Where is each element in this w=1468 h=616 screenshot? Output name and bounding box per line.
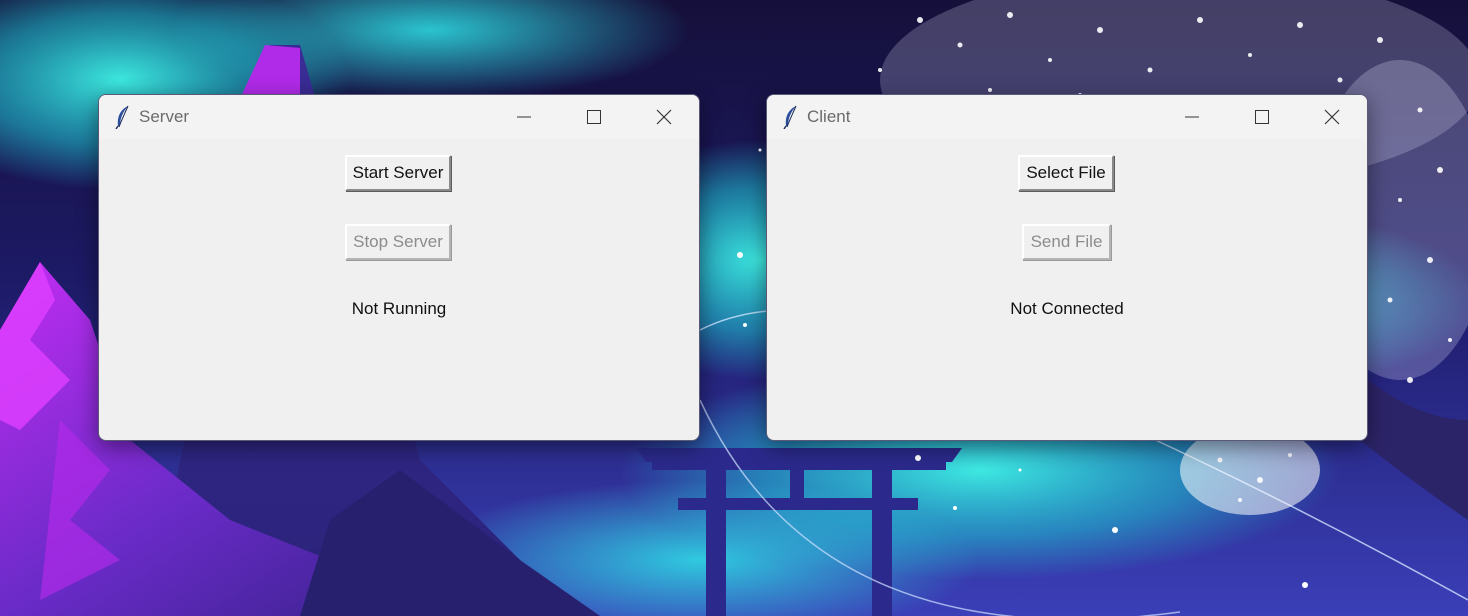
minimize-icon [517, 116, 531, 118]
server-window: Server Start Server Stop Server Not Runn… [98, 94, 700, 441]
window-title: Client [807, 107, 851, 126]
client-window: Client Select File Send File Not Connect… [766, 94, 1368, 441]
maximize-icon [587, 110, 601, 124]
maximize-button[interactable] [1227, 95, 1297, 139]
client-client-area: Select File Send File Not Connected [767, 139, 1367, 440]
minimize-button[interactable] [1157, 95, 1227, 139]
maximize-icon [1255, 110, 1269, 124]
client-status-label: Not Connected [1010, 299, 1124, 318]
minimize-icon [1185, 116, 1199, 118]
close-button[interactable] [1297, 95, 1367, 139]
send-file-button[interactable]: Send File [1022, 224, 1111, 260]
start-server-button[interactable]: Start Server [345, 155, 451, 191]
close-icon [656, 109, 672, 125]
server-client-area: Start Server Stop Server Not Running [99, 139, 699, 440]
select-file-button[interactable]: Select File [1018, 155, 1114, 191]
server-status-label: Not Running [351, 299, 447, 318]
window-title: Server [139, 107, 190, 126]
server-titlebar[interactable]: Server [99, 95, 699, 139]
client-titlebar[interactable]: Client [767, 95, 1367, 139]
close-button[interactable] [629, 95, 699, 139]
minimize-button[interactable] [489, 95, 559, 139]
feather-icon [783, 105, 797, 129]
feather-icon [115, 105, 129, 129]
desktop: Server Start Server Stop Server Not Runn… [0, 0, 1468, 616]
stop-server-button[interactable]: Stop Server [345, 224, 451, 260]
maximize-button[interactable] [559, 95, 629, 139]
close-icon [1324, 109, 1340, 125]
